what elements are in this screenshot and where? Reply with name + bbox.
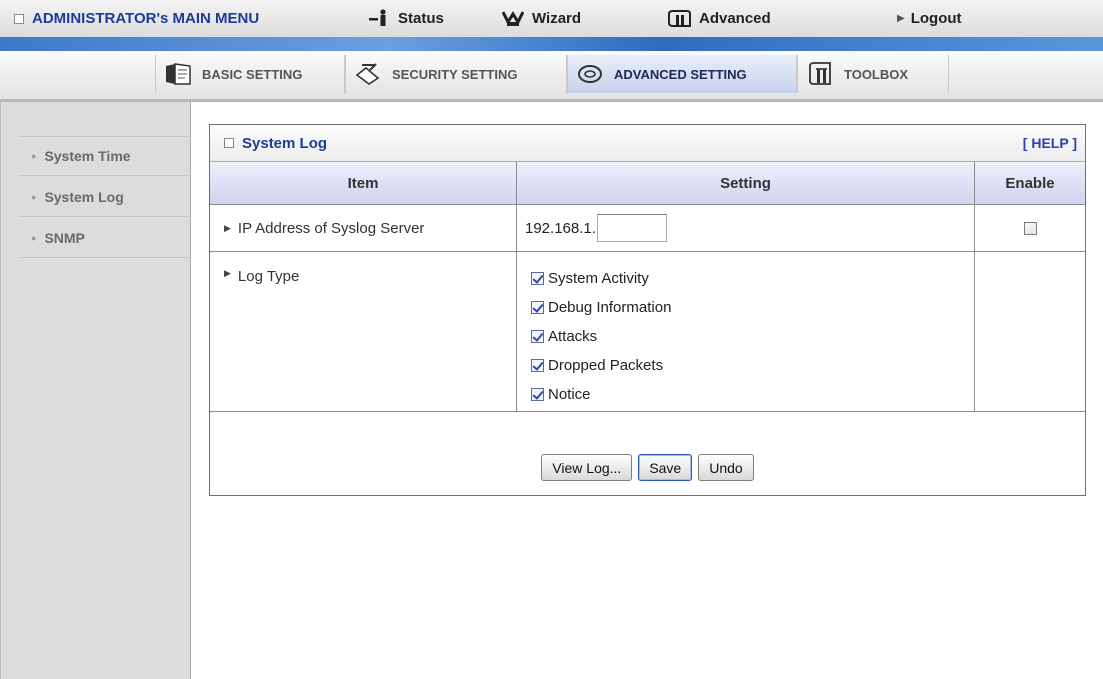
sidebar-item-label: System Log <box>44 188 124 205</box>
advanced-icon <box>667 9 691 28</box>
sidebar-item-system-time[interactable]: ● System Time <box>19 136 189 176</box>
log-option-notice[interactable]: Notice <box>531 380 974 409</box>
settings-nav-bar: BASIC SETTING SECURITY SETTING ADVANCED … <box>0 51 1103 102</box>
undo-button[interactable]: Undo <box>698 454 754 481</box>
wizard-link[interactable]: Wizard <box>502 0 581 37</box>
admin-main-menu-label: ADMINISTRATOR's MAIN MENU <box>32 10 260 27</box>
syslog-ip-last-octet-input[interactable] <box>596 214 667 242</box>
tab-advanced-setting-label: ADVANCED SETTING <box>614 66 747 82</box>
syslog-ip-label-cell: ▶ IP Address of Syslog Server <box>210 205 517 251</box>
column-header-setting: Setting <box>517 162 975 204</box>
checkbox-notice[interactable] <box>531 388 544 401</box>
checkbox-system-activity[interactable] <box>531 272 544 285</box>
status-label: Status <box>398 10 444 27</box>
disc-icon <box>576 63 604 85</box>
sidebar-item-label: SNMP <box>44 229 85 246</box>
log-option-attacks[interactable]: Attacks <box>531 322 974 351</box>
table-header-row: Item Setting Enable <box>210 162 1085 205</box>
log-type-label: Log Type <box>237 268 300 285</box>
log-type-options: System Activity Debug Information Attack… <box>517 252 975 411</box>
system-log-panel: System Log [ HELP ] Item Setting Enable … <box>209 124 1086 496</box>
syslog-enable-checkbox[interactable] <box>1023 221 1037 235</box>
decorative-blue-strip <box>0 37 1103 51</box>
admin-main-menu[interactable]: ADMINISTRATOR's MAIN MENU <box>14 0 259 37</box>
action-buttons: View Log... Save Undo <box>210 412 1085 495</box>
status-link[interactable]: Status <box>368 0 444 37</box>
button-row: View Log... Save Undo <box>210 412 1085 495</box>
triangle-right-icon: ▶ <box>224 222 231 233</box>
checkbox-debug-information[interactable] <box>531 301 544 314</box>
log-option-label: Debug Information <box>548 299 672 316</box>
log-type-label-cell: ▶ Log Type <box>210 252 517 411</box>
lock-pen-icon <box>354 62 382 86</box>
square-bullet-icon <box>224 138 234 148</box>
ip-prefix-text: 192.168.1. <box>525 219 596 237</box>
syslog-ip-setting-cell: 192.168.1. <box>517 205 975 251</box>
person-status-icon <box>368 8 390 29</box>
logout-label: Logout <box>910 10 962 27</box>
tab-security-setting[interactable]: SECURITY SETTING <box>345 55 567 93</box>
log-option-label: Notice <box>548 386 591 403</box>
folder-icon <box>164 62 192 86</box>
square-bullet-icon <box>14 13 24 24</box>
table-row-log-type: ▶ Log Type System Activity Debug Informa… <box>210 252 1085 412</box>
log-option-label: Attacks <box>548 328 598 345</box>
column-header-item: Item <box>210 162 517 204</box>
tab-basic-setting[interactable]: BASIC SETTING <box>155 55 345 93</box>
log-option-debug-information[interactable]: Debug Information <box>531 293 974 322</box>
triangle-right-icon: ▶ <box>897 13 905 24</box>
tab-advanced-setting[interactable]: ADVANCED SETTING <box>567 55 797 93</box>
toolbox-icon <box>806 62 834 86</box>
logout-link[interactable]: ▶ Logout <box>897 0 962 37</box>
table-row-syslog-ip: ▶ IP Address of Syslog Server 192.168.1. <box>210 205 1085 252</box>
log-option-label: Dropped Packets <box>548 357 664 374</box>
syslog-enable-cell <box>975 205 1085 251</box>
panel-header: System Log [ HELP ] <box>210 125 1085 162</box>
triangle-right-icon: ▶ <box>224 268 231 278</box>
advanced-link[interactable]: Advanced <box>667 0 771 37</box>
wizard-icon <box>502 10 524 28</box>
log-option-system-activity[interactable]: System Activity <box>531 264 974 293</box>
bullet-dot-icon: ● <box>31 191 37 202</box>
wizard-label: Wizard <box>532 10 582 27</box>
admin-top-bar: ADMINISTRATOR's MAIN MENU Status Wizard … <box>0 0 1103 38</box>
page-title: System Log <box>242 134 328 152</box>
save-button[interactable]: Save <box>638 454 693 481</box>
tab-security-setting-label: SECURITY SETTING <box>392 66 518 82</box>
syslog-ip-label: IP Address of Syslog Server <box>237 219 425 237</box>
tab-basic-setting-label: BASIC SETTING <box>202 66 303 82</box>
bullet-dot-icon: ● <box>31 151 37 161</box>
tab-toolbox-label: TOOLBOX <box>844 66 909 82</box>
help-link[interactable]: [ HELP ] <box>1023 135 1077 151</box>
view-log-button[interactable]: View Log... <box>541 454 633 481</box>
sidebar-item-label: System Time <box>44 148 131 164</box>
sidebar-item-system-log[interactable]: ● System Log <box>19 177 189 217</box>
log-option-dropped-packets[interactable]: Dropped Packets <box>531 351 974 380</box>
bullet-dot-icon: ● <box>31 232 37 243</box>
advanced-label: Advanced <box>699 10 771 27</box>
log-type-enable-cell <box>975 252 1085 411</box>
log-option-label: System Activity <box>548 270 649 287</box>
checkbox-attacks[interactable] <box>531 330 544 343</box>
checkbox-dropped-packets[interactable] <box>531 359 544 372</box>
sidebar-item-snmp[interactable]: ● SNMP <box>19 218 189 258</box>
column-header-enable: Enable <box>1005 174 1055 192</box>
sidebar: ● System Time ● System Log ● SNMP <box>0 102 191 679</box>
tab-toolbox[interactable]: TOOLBOX <box>797 55 949 93</box>
